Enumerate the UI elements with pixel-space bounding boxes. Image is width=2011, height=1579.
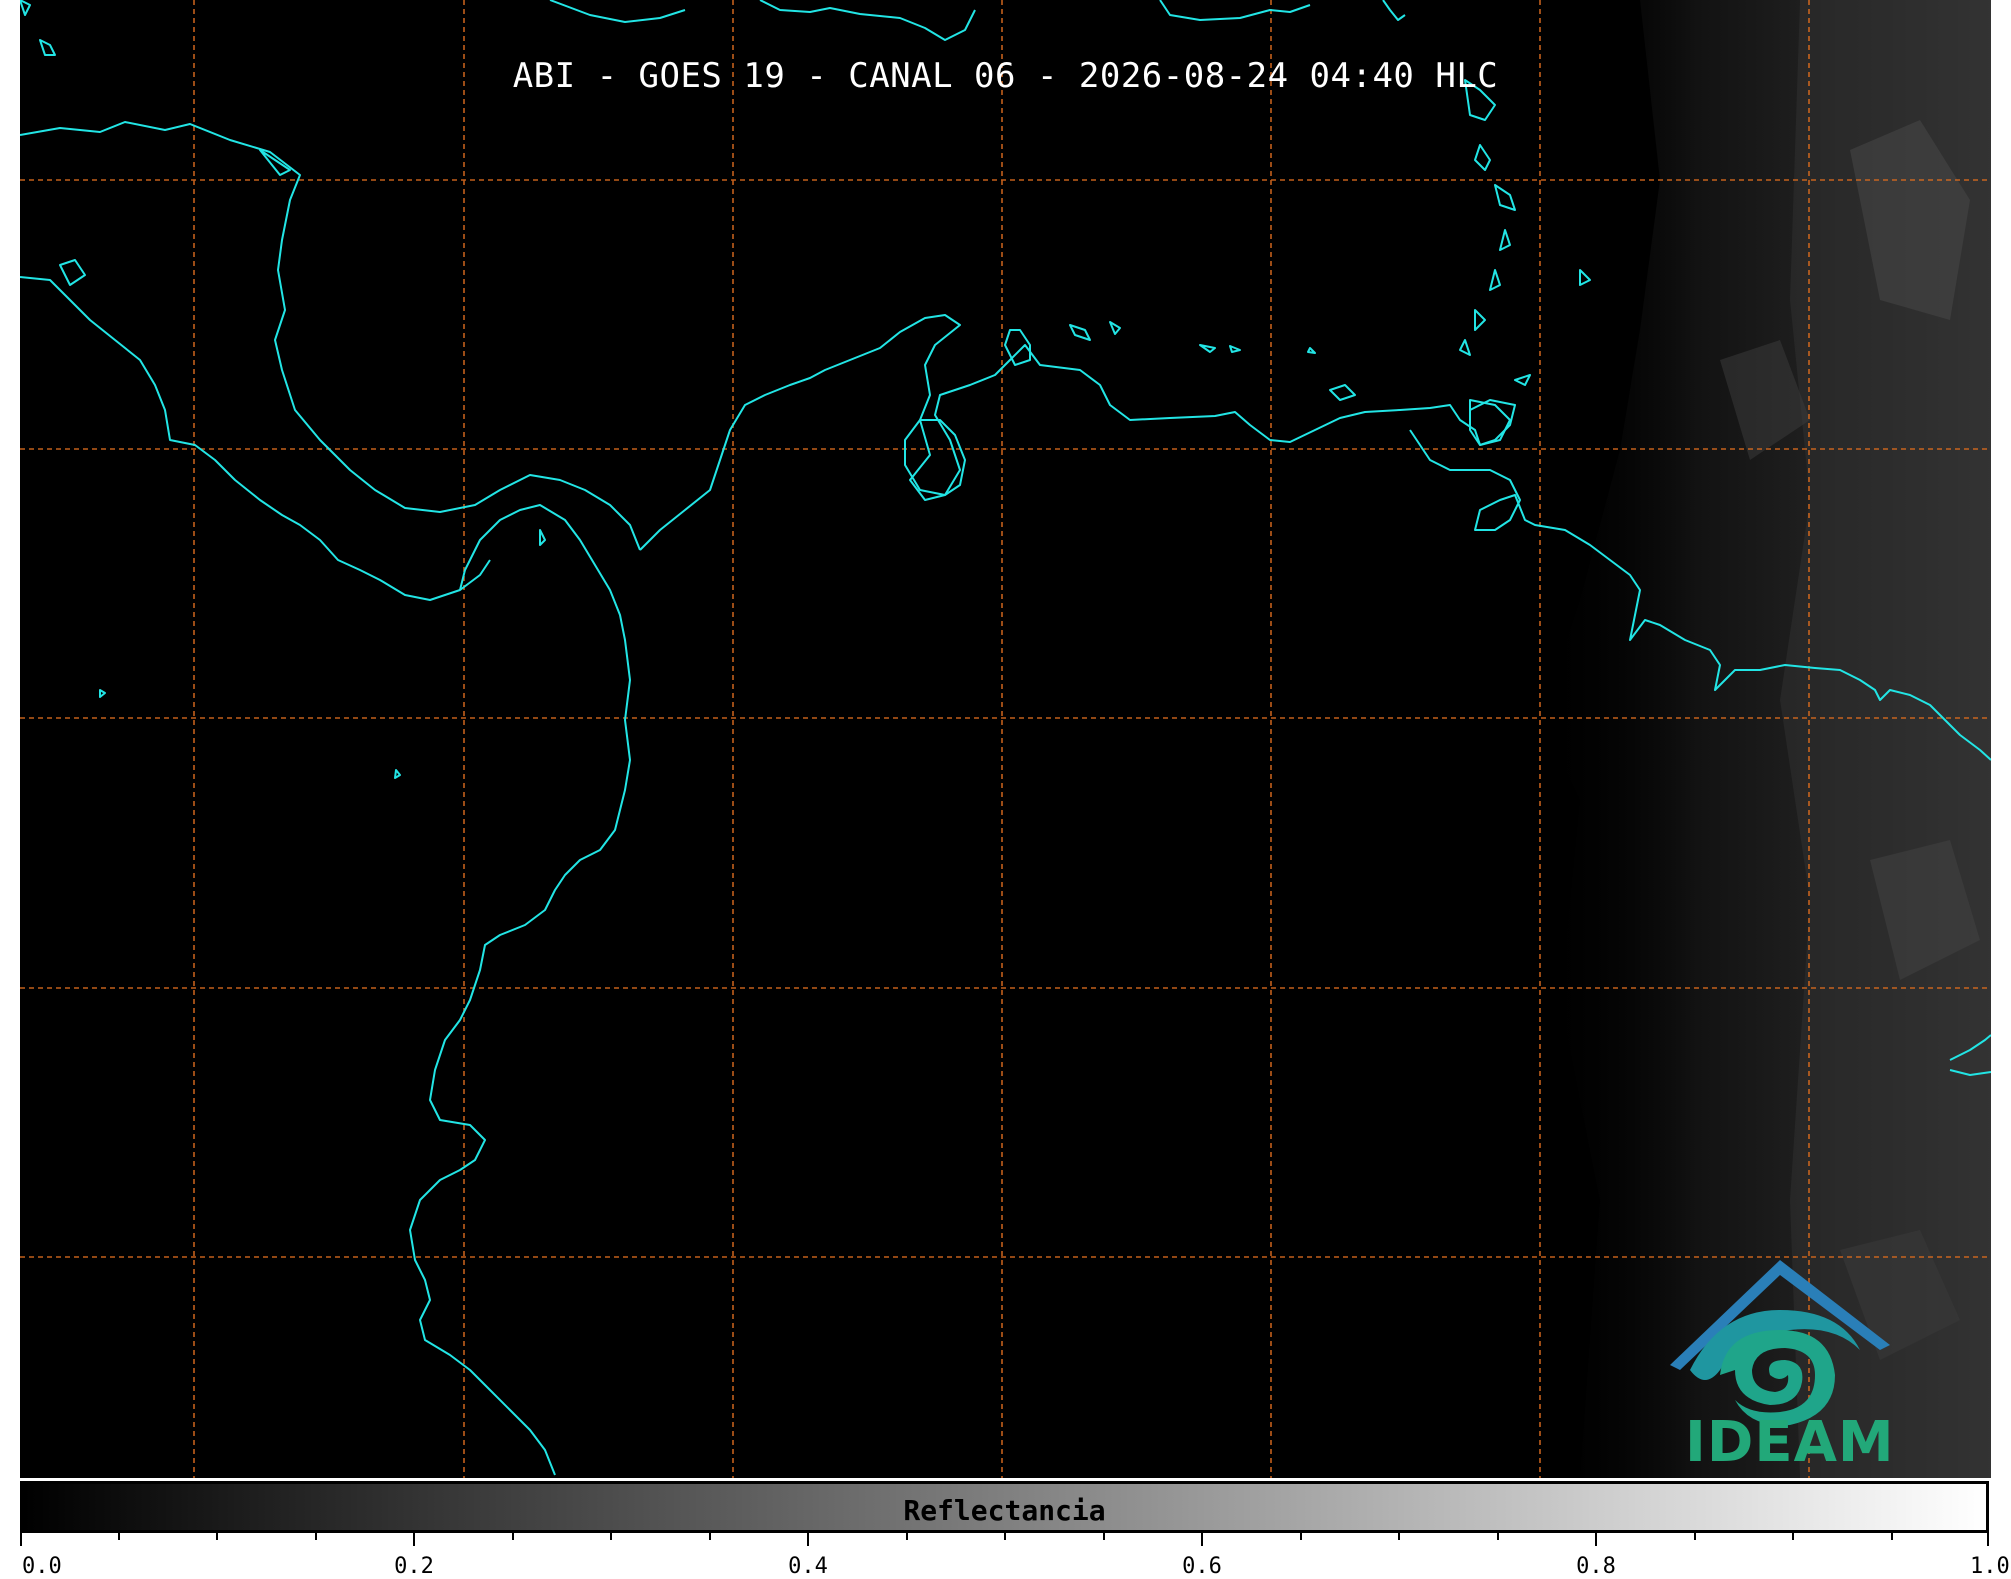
- colorbar-ticks: [20, 1532, 1989, 1546]
- colorbar-tick-label: 0.8: [1576, 1554, 1616, 1579]
- satellite-map: ABI - GOES 19 - CANAL 06 - 2026-08-24 04…: [20, 0, 1991, 1478]
- colorbar-axis: 0.0 0.2 0.4 0.6 0.8 1.0: [20, 1532, 2010, 1579]
- colorbar-tick-label: 0.4: [788, 1554, 828, 1579]
- colorbar-label: Reflectancia: [903, 1494, 1106, 1527]
- colorbar-tick-label: 1.0: [1970, 1554, 2010, 1579]
- colorbar-tick-label: 0.0: [22, 1554, 62, 1579]
- colorbar: Reflectancia: [20, 1481, 1989, 1533]
- map-title: ABI - GOES 19 - CANAL 06 - 2026-08-24 04…: [512, 56, 1499, 96]
- colorbar-tick-label: 0.6: [1182, 1554, 1222, 1579]
- colorbar-tick-label: 0.2: [394, 1554, 434, 1579]
- ideam-logo-text: IDEAM: [1685, 1410, 1895, 1475]
